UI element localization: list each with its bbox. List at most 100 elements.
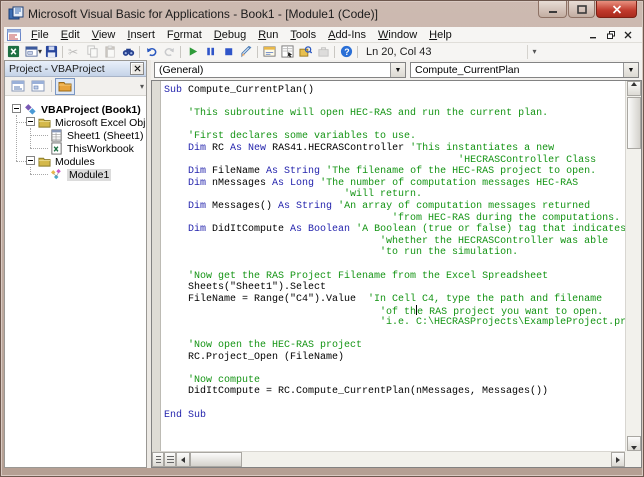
horizontal-scroll-thumb[interactable] bbox=[190, 452, 242, 467]
code-line: RC.Project_Open (FileName) bbox=[164, 352, 625, 364]
break-icon[interactable] bbox=[201, 44, 219, 60]
menu-debug[interactable]: Debug bbox=[208, 28, 252, 42]
vertical-scrollbar[interactable] bbox=[625, 81, 641, 451]
code-line: 'i.e. C:\HECRASProjects\ExampleProject.p… bbox=[164, 317, 625, 329]
window-title: Microsoft Visual Basic for Applications … bbox=[28, 7, 378, 21]
project-panel-header[interactable]: Project - VBAProject bbox=[5, 61, 146, 77]
project-explorer-panel: Project - VBAProject ▾ VBAProject (Book1… bbox=[4, 60, 147, 468]
code-line bbox=[164, 97, 625, 109]
run-icon[interactable] bbox=[183, 44, 201, 60]
tree-item-label: ThisWorkbook bbox=[67, 143, 134, 155]
code-editor[interactable]: Sub Compute_CurrentPlan() 'This subrouti… bbox=[162, 81, 625, 451]
code-line bbox=[164, 363, 625, 375]
object-dropdown-arrow-icon[interactable]: ▼ bbox=[390, 63, 405, 77]
code-line: Sheets("Sheet1").Select bbox=[164, 282, 625, 294]
code-line: 'from HEC-RAS during the computations. bbox=[164, 213, 625, 225]
toggle-folders-icon[interactable] bbox=[55, 78, 75, 95]
margin-indicator-bar[interactable] bbox=[152, 81, 161, 451]
workspace: Project - VBAProject ▾ VBAProject (Book1… bbox=[4, 60, 642, 468]
tree-item-thisworkbook[interactable]: ThisWorkbook bbox=[50, 142, 134, 155]
mdi-close-icon[interactable] bbox=[624, 31, 632, 39]
scroll-up-icon[interactable] bbox=[627, 81, 641, 96]
tree-item-modules[interactable]: Modules bbox=[38, 155, 95, 168]
tree-guide-line bbox=[16, 122, 26, 123]
code-line: FileName = Range("C4").Value 'In Cell C4… bbox=[164, 294, 625, 306]
title-bar: Microsoft Visual Basic for Applications … bbox=[1, 1, 644, 27]
menu-window[interactable]: Window bbox=[372, 28, 423, 42]
tree-expand-icon[interactable] bbox=[12, 104, 21, 113]
code-line: 'of the RAS project you want to open. bbox=[164, 305, 625, 317]
mdi-minimize-icon[interactable] bbox=[590, 31, 598, 39]
menu-tools[interactable]: Tools bbox=[284, 28, 322, 42]
scroll-right-icon[interactable] bbox=[611, 452, 625, 467]
menu-edit[interactable]: Edit bbox=[55, 28, 86, 42]
mdi-window-controls bbox=[590, 31, 642, 39]
copy-icon[interactable] bbox=[83, 44, 101, 60]
menu-run[interactable]: Run bbox=[252, 28, 284, 42]
code-line bbox=[164, 398, 625, 410]
menu-insert[interactable]: Insert bbox=[121, 28, 161, 42]
view-code-icon[interactable] bbox=[8, 78, 28, 95]
help-icon[interactable]: ? bbox=[337, 44, 355, 60]
menu-format[interactable]: Format bbox=[161, 28, 208, 42]
tree-expand-icon[interactable] bbox=[26, 156, 35, 165]
module-window-icon[interactable] bbox=[7, 29, 21, 41]
tree-item-module1[interactable]: Module1 bbox=[50, 168, 111, 181]
tree-item-sheet1-sheet1[interactable]: Sheet1 (Sheet1) bbox=[50, 129, 143, 142]
code-line: DidItCompute = RC.Compute_CurrentPlan(nM… bbox=[164, 386, 625, 398]
tree-item-microsoft-excel-objects[interactable]: Microsoft Excel Objects bbox=[38, 116, 146, 129]
design-mode-icon[interactable] bbox=[237, 44, 255, 60]
scroll-left-icon[interactable] bbox=[176, 452, 190, 467]
menu-view[interactable]: View bbox=[86, 28, 122, 42]
worksheet-icon bbox=[50, 129, 64, 142]
code-line: Dim nMessages As Long 'The number of com… bbox=[164, 178, 625, 190]
full-module-view-icon[interactable] bbox=[164, 452, 176, 467]
code-line: 'to run the simulation. bbox=[164, 247, 625, 259]
code-line: 'HECRASController Class bbox=[164, 155, 625, 167]
undo-icon[interactable] bbox=[142, 44, 160, 60]
menu-file[interactable]: File bbox=[25, 28, 55, 42]
tree-guide-line bbox=[30, 174, 48, 175]
view-object-icon[interactable] bbox=[28, 78, 48, 95]
minimize-button[interactable] bbox=[538, 1, 567, 18]
tree-item-vbaproject-book1[interactable]: VBAProject (Book1) bbox=[24, 103, 141, 116]
project-panel-close-icon[interactable] bbox=[130, 62, 144, 75]
tree-expand-icon[interactable] bbox=[26, 117, 35, 126]
tree-guide-line bbox=[30, 128, 31, 148]
code-dropdown-row: (General) ▼ Compute_CurrentPlan ▼ bbox=[151, 60, 642, 80]
procedure-view-icon[interactable] bbox=[152, 452, 164, 467]
menu-addins[interactable]: Add-Ins bbox=[322, 28, 372, 42]
object-dropdown[interactable]: (General) ▼ bbox=[154, 62, 406, 78]
procedure-dropdown-arrow-icon[interactable]: ▼ bbox=[623, 63, 638, 77]
object-browser-icon[interactable] bbox=[296, 44, 314, 60]
reset-icon[interactable] bbox=[219, 44, 237, 60]
vertical-scroll-thumb[interactable] bbox=[627, 97, 641, 149]
project-panel-title: Project - VBAProject bbox=[9, 63, 105, 75]
code-line: Sub Compute_CurrentPlan() bbox=[164, 85, 625, 97]
scroll-down-icon[interactable] bbox=[627, 436, 641, 451]
toolbox-icon[interactable] bbox=[314, 44, 332, 60]
code-line: 'will return. bbox=[164, 189, 625, 201]
toolbar-options-icon[interactable]: ▾ bbox=[527, 45, 540, 59]
paste-icon[interactable] bbox=[101, 44, 119, 60]
properties-window-icon[interactable] bbox=[278, 44, 296, 60]
excel-icon[interactable] bbox=[4, 44, 22, 60]
horizontal-scrollbar[interactable] bbox=[152, 451, 625, 467]
menu-help[interactable]: Help bbox=[423, 28, 458, 42]
find-icon[interactable] bbox=[119, 44, 137, 60]
procedure-dropdown[interactable]: Compute_CurrentPlan ▼ bbox=[410, 62, 639, 78]
code-editor-region: Sub Compute_CurrentPlan() 'This subrouti… bbox=[151, 80, 642, 468]
code-line: 'Now open the HEC-RAS project bbox=[164, 340, 625, 352]
code-line: Dim RC As New RAS41.HECRASController 'Th… bbox=[164, 143, 625, 155]
close-button[interactable] bbox=[596, 1, 637, 18]
mdi-restore-icon[interactable] bbox=[607, 31, 615, 39]
save-icon[interactable] bbox=[42, 44, 60, 60]
code-line: Dim DidItCompute As Boolean 'A Boolean (… bbox=[164, 224, 625, 236]
code-line: 'Now get the RAS Project Filename from t… bbox=[164, 271, 625, 283]
cut-icon[interactable]: ✂ bbox=[65, 44, 83, 60]
code-line: 'First declares some variables to use. bbox=[164, 131, 625, 143]
project-explorer-icon[interactable] bbox=[260, 44, 278, 60]
maximize-button[interactable] bbox=[568, 1, 595, 18]
redo-icon[interactable] bbox=[160, 44, 178, 60]
panel-toolbar-options-icon[interactable]: ▾ bbox=[140, 82, 144, 91]
